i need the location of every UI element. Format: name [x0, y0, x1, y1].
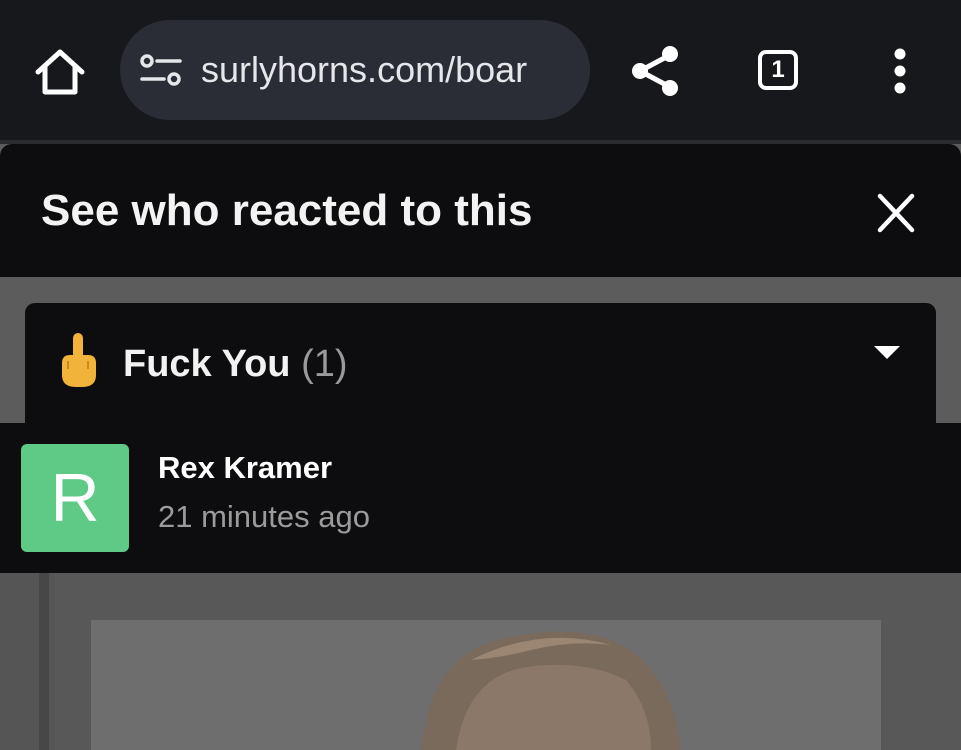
post-left-border — [39, 573, 49, 750]
address-bar[interactable]: surlyhorns.com/boar — [120, 20, 590, 120]
reaction-group-header[interactable]: Fuck You (1) — [25, 303, 936, 428]
post-image — [91, 620, 881, 750]
reaction-timestamp: 21 minutes ago — [158, 499, 370, 534]
avatar[interactable]: R — [21, 444, 129, 552]
tune-icon[interactable] — [140, 54, 182, 86]
middle-finger-emoji-icon — [62, 333, 96, 387]
home-icon[interactable] — [33, 47, 87, 97]
reactions-sheet-header: See who reacted to this — [0, 144, 961, 277]
reaction-name: Fuck You — [123, 343, 291, 385]
caret-down-icon[interactable] — [870, 341, 904, 365]
share-icon[interactable] — [628, 44, 684, 98]
more-vert-icon[interactable] — [885, 46, 915, 96]
user-name[interactable]: Rex Kramer — [158, 448, 332, 488]
list-item-user[interactable]: R Rex Kramer 21 minutes ago — [0, 423, 961, 573]
browser-toolbar: surlyhorns.com/boar 1 — [0, 0, 961, 140]
reaction-count: (1) — [301, 343, 348, 385]
close-icon[interactable] — [868, 190, 924, 238]
reaction-label: Fuck You (1) — [123, 340, 348, 388]
post-background — [0, 573, 961, 750]
url-text[interactable]: surlyhorns.com/boar — [201, 48, 571, 92]
tab-switcher-button[interactable]: 1 — [758, 50, 798, 90]
sheet-title: See who reacted to this — [41, 186, 533, 235]
